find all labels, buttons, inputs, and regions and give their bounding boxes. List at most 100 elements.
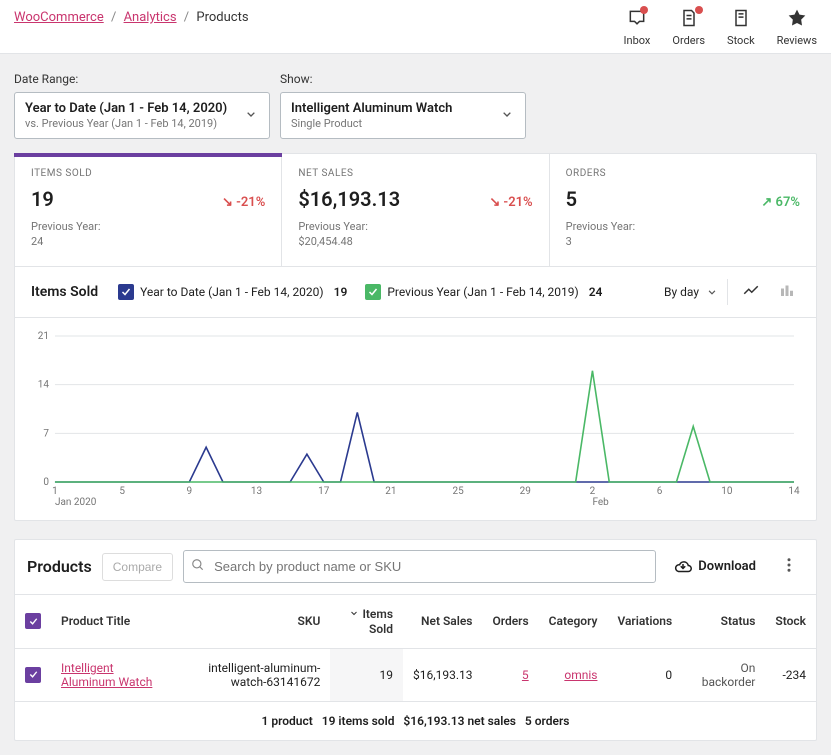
cell-items: 19 [330, 649, 403, 702]
interval-label: By day [664, 285, 699, 299]
breadcrumb: WooCommerce / Analytics / Products [14, 8, 249, 25]
row-checkbox[interactable] [25, 667, 41, 683]
svg-text:21: 21 [38, 331, 49, 342]
tab-value: 19 [31, 187, 54, 211]
svg-text:14: 14 [38, 379, 50, 390]
download-button[interactable]: Download [666, 552, 764, 582]
orders-link[interactable]: 5 [522, 668, 529, 682]
tab-prev: Previous Year:$20,454.48 [298, 219, 532, 250]
legend-current[interactable]: Year to Date (Jan 1 - Feb 14, 2020) 19 [118, 284, 347, 300]
show-select[interactable]: Intelligent Aluminum Watch Single Produc… [280, 92, 526, 139]
svg-text:7: 7 [43, 428, 49, 439]
chevron-down-icon [243, 106, 259, 126]
breadcrumb-current: Products [196, 10, 248, 25]
stock-button[interactable]: Stock [727, 8, 755, 47]
legend-previous[interactable]: Previous Year (Jan 1 - Feb 14, 2019) 24 [365, 284, 602, 300]
svg-text:29: 29 [520, 486, 531, 497]
summary-tab-net-sales[interactable]: NET SALES$16,193.13↘ -21%Previous Year:$… [282, 154, 549, 266]
svg-text:9: 9 [187, 486, 193, 497]
product-link[interactable]: Intelligent Aluminum Watch [61, 661, 152, 689]
col-status[interactable]: Status [682, 594, 765, 648]
category-link[interactable]: omnis [564, 668, 597, 682]
reviews-button[interactable]: Reviews [777, 8, 817, 47]
col-orders[interactable]: Orders [482, 594, 538, 648]
show-primary: Intelligent Aluminum Watch [291, 101, 489, 116]
cell-sku: intelligent-aluminum-watch-63141672 [175, 649, 330, 702]
cell-status: On backorder [682, 649, 765, 702]
bar-chart-icon[interactable] [774, 277, 800, 307]
show-secondary: Single Product [291, 117, 489, 130]
col-sku[interactable]: SKU [175, 594, 330, 648]
date-range-label: Date Range: [14, 72, 270, 86]
stock-label: Stock [727, 34, 755, 47]
tab-delta: ↗ 67% [761, 195, 800, 210]
table-row: Intelligent Aluminum Watch intelligent-al… [15, 649, 816, 702]
interval-select[interactable]: By day [656, 279, 728, 305]
more-menu-icon[interactable] [774, 550, 804, 584]
breadcrumb-root[interactable]: WooCommerce [14, 10, 104, 25]
search-input[interactable] [183, 550, 656, 583]
svg-text:17: 17 [318, 486, 330, 497]
tab-prev: Previous Year:24 [31, 219, 265, 250]
col-category[interactable]: Category [539, 594, 608, 648]
legend-previous-value: 24 [589, 285, 603, 299]
badge-dot-icon [640, 6, 648, 14]
cell-net: $16,193.13 [403, 649, 482, 702]
date-range-select[interactable]: Year to Date (Jan 1 - Feb 14, 2020) vs. … [14, 92, 270, 139]
tab-title: ORDERS [566, 168, 800, 179]
col-variations[interactable]: Variations [607, 594, 682, 648]
breadcrumb-analytics[interactable]: Analytics [124, 10, 177, 25]
svg-text:5: 5 [119, 486, 125, 497]
tab-value: $16,193.13 [298, 187, 400, 211]
stock-icon [731, 8, 751, 32]
table-footer: 1 product 19 items sold $16,193.13 net s… [15, 701, 816, 740]
reviews-icon [787, 8, 807, 32]
tab-delta: ↘ -21% [489, 195, 532, 210]
svg-text:21: 21 [385, 486, 396, 497]
svg-text:0: 0 [43, 477, 49, 488]
cell-variations: 0 [607, 649, 682, 702]
compare-button[interactable]: Compare [102, 553, 173, 581]
svg-text:14: 14 [788, 486, 800, 497]
col-stock[interactable]: Stock [765, 594, 816, 648]
download-label: Download [698, 559, 756, 574]
date-range-primary: Year to Date (Jan 1 - Feb 14, 2020) [25, 101, 233, 116]
badge-dot-icon [695, 6, 703, 14]
col-product-title[interactable]: Product Title [51, 594, 175, 648]
svg-text:6: 6 [657, 486, 663, 497]
legend-current-label: Year to Date (Jan 1 - Feb 14, 2020) [140, 285, 324, 299]
table-title: Products [27, 557, 92, 576]
cell-stock: -234 [765, 649, 816, 702]
svg-text:25: 25 [452, 486, 464, 497]
tab-title: ITEMS SOLD [31, 168, 265, 179]
inbox-label: Inbox [624, 34, 651, 47]
svg-text:10: 10 [721, 486, 733, 497]
tab-delta: ↘ -21% [222, 195, 265, 210]
summary-tab-items-sold[interactable]: ITEMS SOLD 19 ↘ -21% Previous Year:24 [15, 154, 282, 266]
inbox-button[interactable]: Inbox [624, 8, 651, 47]
tab-prev: Previous Year:3 [566, 219, 800, 250]
col-net-sales[interactable]: Net Sales [403, 594, 482, 648]
reviews-label: Reviews [777, 34, 817, 47]
col-items-sold[interactable]: Items Sold [330, 594, 403, 648]
svg-text:13: 13 [251, 486, 262, 497]
svg-text:Feb: Feb [592, 497, 609, 508]
summary-tab-orders[interactable]: ORDERS 5 ↗ 67% Previous Year:3 [550, 154, 816, 266]
orders-label: Orders [672, 34, 705, 47]
select-all-checkbox[interactable] [25, 613, 41, 629]
svg-text:2: 2 [590, 486, 596, 497]
legend-previous-label: Previous Year (Jan 1 - Feb 14, 2019) [387, 285, 578, 299]
orders-button[interactable]: Orders [672, 8, 705, 47]
tab-value: 5 [566, 187, 577, 211]
line-chart: 0 7 14 21 1Jan 2020 5 9 13 17 21 25 29 2Feb 6 10 14 [31, 328, 800, 510]
legend-current-value: 19 [334, 285, 348, 299]
svg-text:1: 1 [52, 486, 58, 497]
date-range-secondary: vs. Previous Year (Jan 1 - Feb 14, 2019) [25, 117, 233, 130]
checkbox-icon [365, 284, 381, 300]
chart-title: Items Sold [31, 284, 98, 300]
line-chart-icon[interactable] [738, 277, 764, 307]
search-icon [191, 558, 205, 576]
checkbox-icon [118, 284, 134, 300]
svg-text:Jan 2020: Jan 2020 [55, 497, 97, 508]
show-label: Show: [280, 72, 526, 86]
